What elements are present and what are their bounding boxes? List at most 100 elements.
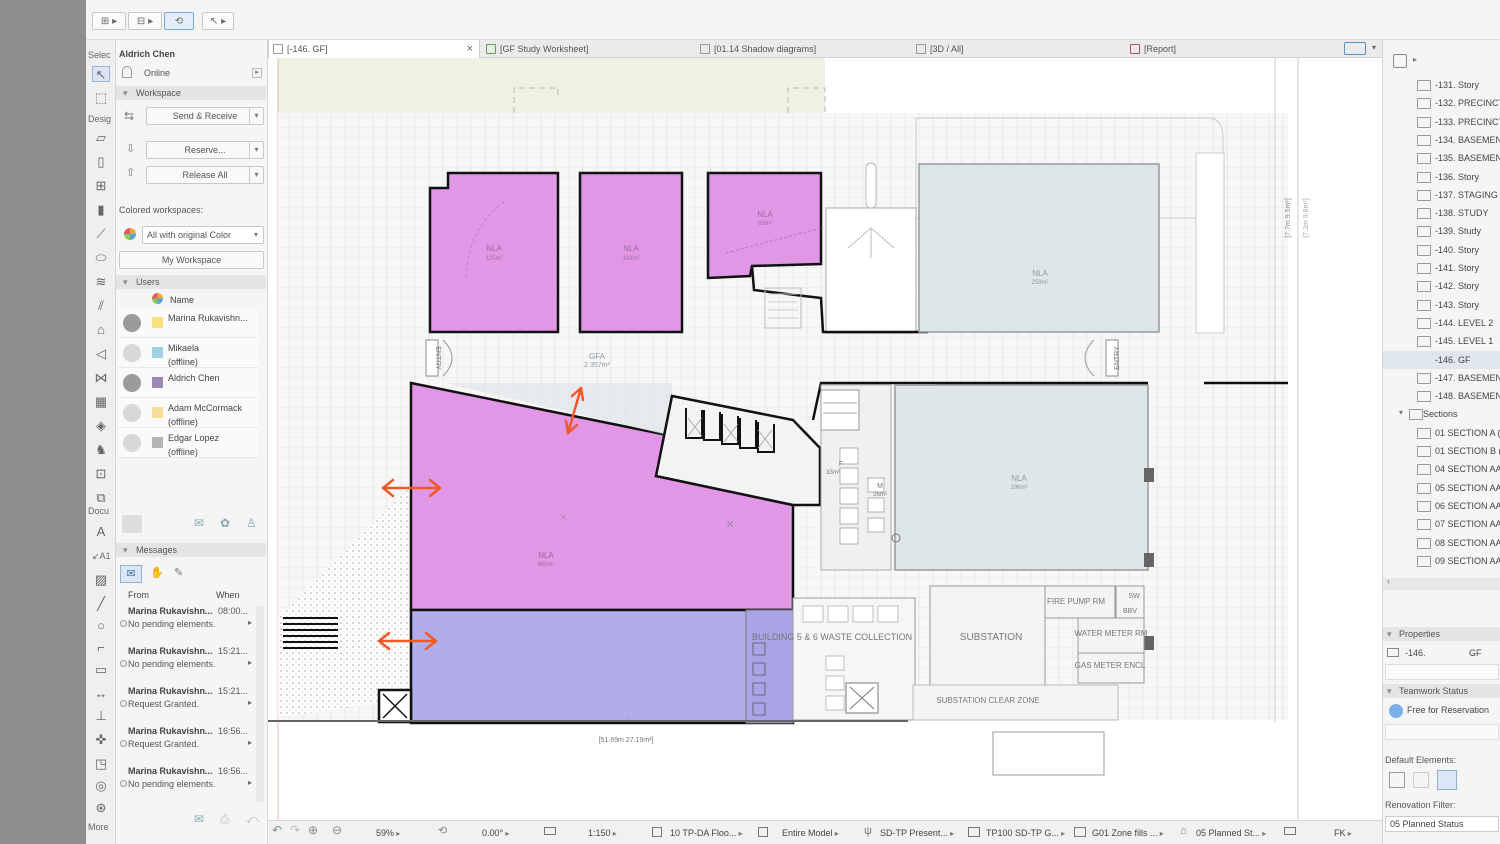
messages-header[interactable]: Messages	[116, 543, 266, 557]
dimension-tool-icon[interactable]: ↔	[92, 686, 110, 702]
story-item[interactable]: -144. LEVEL 2	[1435, 314, 1500, 332]
text-tool-icon[interactable]: A	[92, 524, 110, 540]
zone-fills[interactable]: G01 Zone fills ...	[1092, 825, 1164, 841]
print-icon[interactable]: ⎙	[220, 812, 230, 827]
color-icon[interactable]: ✿	[220, 516, 230, 530]
tab-report[interactable]: [Report]	[1126, 40, 1336, 58]
worksheet-tool-icon[interactable]: ◳	[92, 756, 110, 772]
layout-tool-button[interactable]: ⊞ ▸	[92, 12, 126, 30]
user-row[interactable]: Mikaela (offline)	[118, 338, 258, 368]
properties-field[interactable]	[1385, 664, 1499, 680]
orbit-button[interactable]: ⟲	[164, 12, 194, 30]
story-item[interactable]: -139. Study	[1435, 222, 1500, 240]
dimension-standard[interactable]: FK	[1334, 825, 1352, 841]
mesh-tool-icon[interactable]: ⧉	[92, 490, 110, 506]
rotate-icon[interactable]: ⟲	[438, 824, 447, 837]
story-item[interactable]: -141. Story	[1435, 259, 1500, 277]
roof-tool-icon[interactable]: ⌂	[92, 322, 110, 338]
users-name-column[interactable]: Name	[170, 295, 194, 305]
teamwork-field[interactable]	[1385, 724, 1499, 740]
when-column[interactable]: When	[216, 590, 240, 600]
tab-worksheet[interactable]: [GF Study Worksheet]	[482, 40, 694, 58]
message-row[interactable]: Marina Rukavishn... 16:56... Request Grant…	[118, 724, 258, 762]
morph-tool-icon[interactable]: ◈	[92, 418, 110, 434]
chevron-down-icon[interactable]: ▾	[1399, 408, 1403, 417]
window-tool-icon[interactable]: ⊞	[92, 178, 110, 194]
story-item[interactable]: -147. BASEMENT	[1435, 369, 1500, 387]
message-row[interactable]: Marina Rukavishn... 15:21... No pending el…	[118, 644, 258, 682]
story-item[interactable]: -132. PRECINCT	[1435, 94, 1500, 112]
railing-tool-icon[interactable]: ⫽	[92, 298, 110, 314]
issue-icon[interactable]: ✎	[174, 566, 183, 579]
story-item[interactable]: -136. Story	[1435, 168, 1500, 186]
marquee-tool-icon[interactable]: ⬚	[92, 90, 110, 106]
renovation-status[interactable]: 05 Planned St...	[1196, 825, 1266, 841]
workspace-header[interactable]: Workspace	[116, 86, 266, 100]
section-item[interactable]: 05 SECTION AA	[1435, 479, 1500, 497]
chevron-right-icon[interactable]: ▸	[248, 698, 252, 707]
colored-workspaces-select[interactable]: All with original Color ▾	[142, 226, 264, 244]
sections-folder[interactable]: Sections	[1423, 405, 1500, 423]
detail-tool-icon[interactable]: ◎	[92, 778, 110, 794]
chevron-right-icon[interactable]: ▸	[248, 738, 252, 747]
chevron-down-icon[interactable]: ▾	[249, 108, 263, 124]
story-item[interactable]: -146. GF	[1383, 350, 1500, 369]
model-view-option[interactable]: Entire Model	[782, 825, 839, 841]
zoom-level[interactable]: 59%	[376, 825, 400, 841]
line-tool-icon[interactable]: ╱	[92, 596, 110, 612]
story-item[interactable]: -131. Story	[1435, 76, 1500, 94]
door-tool-icon[interactable]: ▯	[92, 154, 110, 170]
circle-tool-icon[interactable]: ○	[92, 618, 110, 634]
chevron-right-icon[interactable]: ▸	[248, 618, 252, 627]
object-tool-icon[interactable]: ♞	[92, 442, 110, 458]
skylight-tool-icon[interactable]: ⋈	[92, 370, 110, 386]
navigator-menu-icon[interactable]	[1393, 54, 1407, 68]
zone-tool-icon[interactable]: ⊡	[92, 466, 110, 482]
layer-combination[interactable]: 10 TP-DA Floo...	[670, 825, 743, 841]
fill-tool-icon[interactable]: ▨	[92, 572, 110, 588]
section-item[interactable]: 01 SECTION B (	[1435, 442, 1500, 460]
story-item[interactable]: -143. Story	[1435, 296, 1500, 314]
graphic-override[interactable]: TP100 SD-TP G...	[986, 825, 1065, 841]
user-row[interactable]: Adam McCormack (offline)	[118, 398, 258, 428]
redo-icon[interactable]: ↷	[290, 823, 300, 837]
story-item[interactable]: -138. STUDY	[1435, 204, 1500, 222]
message-row[interactable]: Marina Rukavishn... 15:21... Request Grant…	[118, 684, 258, 722]
window-tool-button[interactable]: ⊟ ▸	[128, 12, 162, 30]
pen-set[interactable]: SD-TP Present...	[880, 825, 954, 841]
story-item[interactable]: -137. STAGING B	[1435, 186, 1500, 204]
message-row[interactable]: Marina Rukavishn... 16:56... No pending el…	[118, 764, 258, 802]
my-workspace-button[interactable]: My Workspace	[119, 251, 264, 269]
tab-overflow-icon[interactable]	[1344, 42, 1366, 55]
user-action-button[interactable]	[122, 515, 142, 533]
section-item[interactable]: 01 SECTION A (	[1435, 424, 1500, 442]
chevron-down-icon[interactable]: ▾	[249, 142, 263, 158]
story-item[interactable]: -140. Story	[1435, 241, 1500, 259]
chevron-right-icon[interactable]: ▸	[248, 778, 252, 787]
section-item[interactable]: 08 SECTION AA	[1435, 534, 1500, 552]
close-icon[interactable]: ×	[467, 40, 473, 58]
beam-tool-icon[interactable]: ⟋	[92, 226, 110, 242]
reply-icon[interactable]: ⤺	[246, 812, 259, 827]
user-row[interactable]: Aldrich Chen	[118, 368, 258, 398]
view-angle[interactable]: 0.00°	[482, 825, 509, 841]
navigator-scrollbar[interactable]: ‹	[1383, 576, 1500, 590]
arrow-tool-icon[interactable]: ↖	[92, 66, 110, 82]
tab-3d[interactable]: [3D / All]	[912, 40, 1126, 58]
curtain-wall-tool-icon[interactable]: ▦	[92, 394, 110, 410]
story-item[interactable]: -145. LEVEL 1	[1435, 332, 1500, 350]
release-all-button[interactable]: Release All ▾	[146, 166, 264, 184]
chevron-right-icon[interactable]: ▸	[248, 658, 252, 667]
stair-tool-icon[interactable]: ≋	[92, 274, 110, 290]
story-item[interactable]: -148. BASEMENT	[1435, 387, 1500, 405]
user-row[interactable]: Edgar Lopez (offline)	[118, 428, 258, 458]
story-item[interactable]: -142. Story	[1435, 277, 1500, 295]
section-item[interactable]: 06 SECTION AA	[1435, 497, 1500, 515]
properties-header[interactable]: Properties	[1383, 627, 1500, 641]
messages-scrollbar[interactable]	[256, 606, 264, 802]
default-elements-icon-2[interactable]	[1413, 772, 1429, 788]
request-icon[interactable]: ✋	[150, 566, 164, 579]
inbox-icon[interactable]: ✉	[120, 565, 142, 583]
story-item[interactable]: -133. PRECINCT	[1435, 113, 1500, 131]
send-message-icon[interactable]: ✉	[194, 516, 204, 530]
